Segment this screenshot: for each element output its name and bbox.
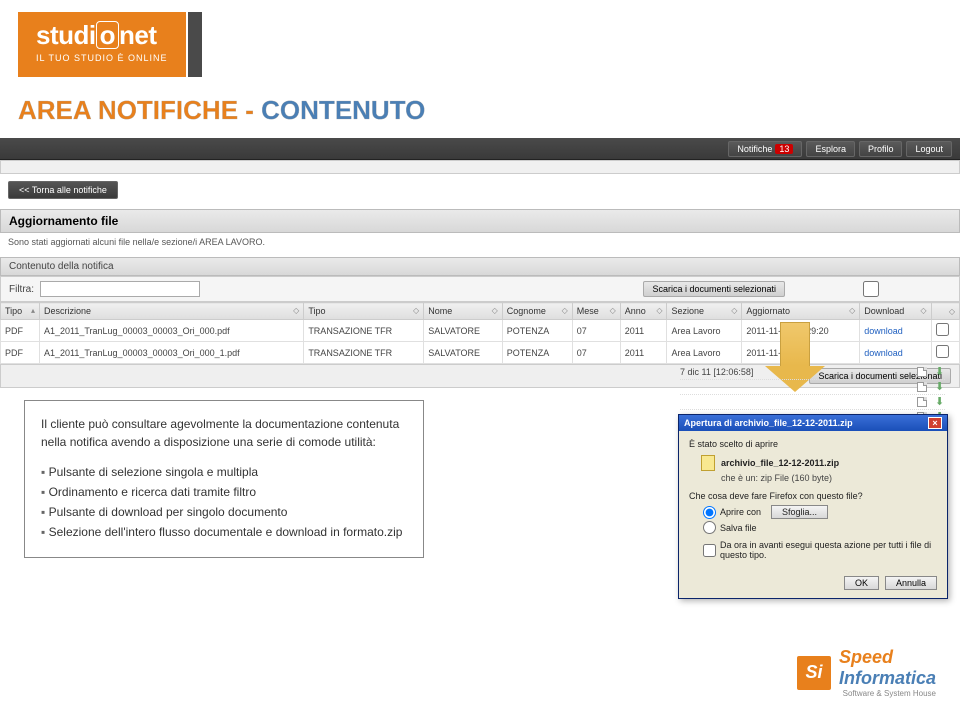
col-header[interactable]: Sezione◇ bbox=[667, 303, 742, 320]
remember-checkbox[interactable]: Da ora in avanti esegui questa azione pe… bbox=[703, 540, 937, 560]
zip-icon bbox=[701, 455, 715, 471]
callout-lead: Il cliente può consultare agevolmente la… bbox=[41, 415, 407, 451]
dialog-filename: archivio_file_12-12-2011.zip bbox=[721, 458, 839, 468]
dialog-question: È stato scelto di aprire bbox=[689, 439, 937, 449]
doc-icon bbox=[917, 367, 927, 377]
select-all-checkbox[interactable] bbox=[791, 281, 951, 297]
doc-icon bbox=[917, 397, 927, 407]
callout-item: Pulsante di selezione singola e multipla bbox=[41, 463, 407, 481]
dialog-file-meta: che è un: zip File (160 byte) bbox=[721, 473, 937, 483]
nav-notifiche[interactable]: Notifiche13 bbox=[728, 141, 802, 157]
download-dialog: Apertura di archivio_file_12-12-2011.zip… bbox=[678, 414, 948, 599]
col-header[interactable]: ◇ bbox=[931, 303, 959, 320]
footer-brand: Si SpeedInformatica Software & System Ho… bbox=[797, 647, 936, 698]
section-title: Aggiornamento file bbox=[0, 209, 960, 233]
footer-icon: Si bbox=[797, 656, 831, 690]
filter-input[interactable] bbox=[40, 281, 200, 297]
col-header[interactable]: Mese◇ bbox=[572, 303, 620, 320]
dialog-title: Apertura di archivio_file_12-12-2011.zip bbox=[684, 418, 853, 428]
download-selected-button[interactable]: Scarica i documenti selezionati bbox=[643, 281, 785, 297]
download-icon[interactable]: ⬇ bbox=[935, 367, 945, 377]
nav-esplora[interactable]: Esplora bbox=[806, 141, 855, 157]
nav-profilo[interactable]: Profilo bbox=[859, 141, 903, 157]
logo-text: studionet bbox=[36, 20, 168, 51]
content-header: Contenuto della notifica bbox=[0, 257, 960, 276]
browse-button[interactable]: Sfoglia... bbox=[771, 505, 828, 519]
callout-item: Pulsante di download per singolo documen… bbox=[41, 503, 407, 521]
cancel-button[interactable]: Annulla bbox=[885, 576, 937, 590]
doc-icon bbox=[917, 382, 927, 392]
filter-row: Filtra: Scarica i documenti selezionati bbox=[0, 276, 960, 302]
close-icon[interactable]: × bbox=[928, 417, 942, 429]
callout-item: Selezione dell'intero flusso documentale… bbox=[41, 523, 407, 541]
brand-logo: studionet IL TUO STUDIO È ONLINE bbox=[18, 12, 202, 77]
section-subtitle: Sono stati aggiornati alcuni file nella/… bbox=[0, 233, 960, 257]
logo-tagline: IL TUO STUDIO È ONLINE bbox=[36, 53, 168, 63]
col-header[interactable]: Download◇ bbox=[860, 303, 931, 320]
col-header[interactable]: Descrizione◇ bbox=[40, 303, 304, 320]
activity-row: ⬇ bbox=[680, 395, 945, 410]
activity-row: ⬇ bbox=[680, 380, 945, 395]
download-link[interactable]: download bbox=[860, 320, 931, 342]
open-with-radio[interactable]: Aprire conSfoglia... bbox=[703, 505, 937, 519]
ok-button[interactable]: OK bbox=[844, 576, 879, 590]
info-callout: Il cliente può consultare agevolmente la… bbox=[24, 400, 424, 558]
activity-row: 7 dic 11 [12:06:58]⬇ bbox=[680, 365, 945, 380]
download-icon[interactable]: ⬇ bbox=[935, 382, 945, 392]
dialog-action-question: Che cosa deve fare Firefox con questo fi… bbox=[689, 491, 937, 501]
col-header[interactable]: Anno◇ bbox=[620, 303, 667, 320]
back-button[interactable]: << Torna alle notifiche bbox=[8, 181, 118, 199]
callout-item: Ordinamento e ricerca dati tramite filtr… bbox=[41, 483, 407, 501]
col-header[interactable]: Tipo◇ bbox=[304, 303, 424, 320]
col-header[interactable]: Cognome◇ bbox=[502, 303, 572, 320]
nav-logout[interactable]: Logout bbox=[906, 141, 952, 157]
save-file-radio[interactable]: Salva file bbox=[703, 521, 937, 534]
col-header[interactable]: Aggiornato◇ bbox=[742, 303, 860, 320]
page-title: AREA NOTIFICHE - CONTENUTO bbox=[18, 95, 425, 126]
col-header[interactable]: Nome◇ bbox=[424, 303, 503, 320]
filter-label: Filtra: bbox=[9, 284, 34, 295]
download-icon[interactable]: ⬇ bbox=[935, 397, 945, 407]
download-link[interactable]: download bbox=[860, 342, 931, 364]
col-header[interactable]: Tipo▴ bbox=[1, 303, 40, 320]
top-nav: Notifiche13 Esplora Profilo Logout bbox=[0, 138, 960, 160]
row-checkbox[interactable] bbox=[936, 345, 949, 358]
row-checkbox[interactable] bbox=[936, 323, 949, 336]
